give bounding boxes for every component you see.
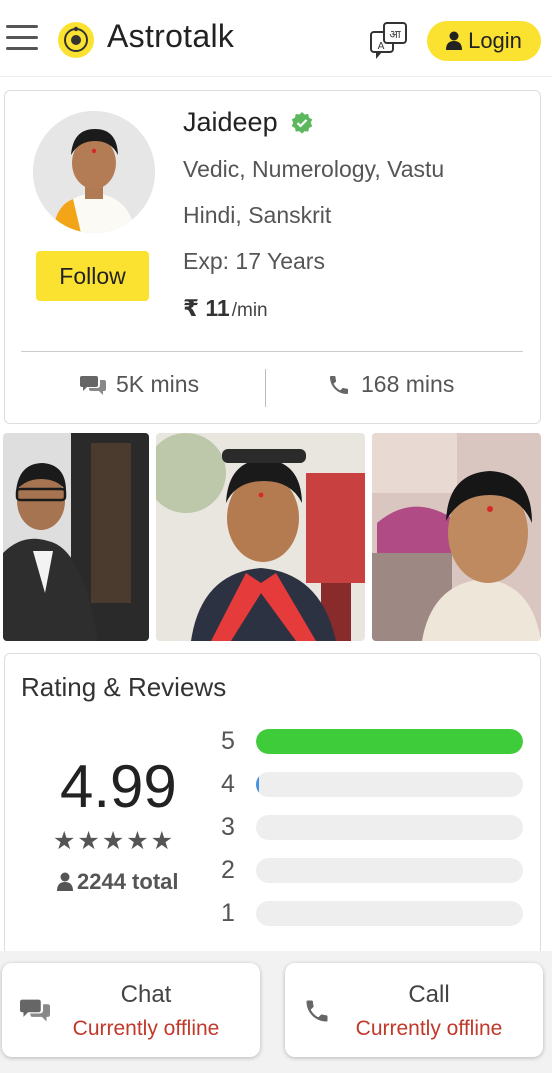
rating-bar-label: 2	[221, 855, 235, 884]
chat-bubbles-icon	[80, 375, 106, 395]
astrologer-name: Jaideep	[183, 107, 278, 137]
chat-minutes-stat: 5K mins	[80, 371, 199, 398]
rating-bar-row: 5	[221, 726, 523, 755]
avatar[interactable]	[33, 111, 155, 233]
rating-bar-label: 4	[221, 769, 235, 798]
price-unit: /min	[231, 300, 268, 321]
login-button[interactable]: Login	[427, 21, 541, 61]
astrologer-profile-card: Follow Jaideep Vedic, Numerology, Vastu …	[4, 90, 541, 424]
rating-bar-row: 3	[221, 812, 523, 841]
price-amount: ₹ 11	[183, 295, 230, 321]
brand-name: Astrotalk	[107, 18, 235, 54]
price: ₹ 11 /min	[183, 295, 268, 322]
astrotalk-logo-icon	[58, 22, 94, 58]
call-minutes-stat: 168 mins	[327, 371, 454, 398]
rating-bar-row: 2	[221, 855, 523, 884]
rating-bar-row: 4	[221, 769, 523, 798]
total-reviews-text: 2244 total	[77, 869, 179, 894]
stat-divider	[265, 369, 266, 407]
chat-minutes-value: 5K mins	[116, 371, 200, 397]
divider	[21, 351, 523, 352]
app-header: Astrotalk आ A Login	[0, 0, 552, 77]
experience-text: Exp: 17 Years	[183, 248, 325, 274]
gallery-photo[interactable]	[3, 433, 149, 641]
rating-bar-track	[256, 728, 523, 754]
call-status: Currently offline	[355, 1017, 503, 1040]
user-icon	[446, 31, 463, 50]
languages-text: Hindi, Sanskrit	[183, 202, 332, 228]
rating-stars: ★★★★★	[53, 827, 176, 855]
rating-bar-label: 1	[221, 898, 235, 927]
language-badge-hi: आ	[389, 28, 401, 41]
language-badge-en: A	[378, 41, 385, 52]
rating-bar-fill	[256, 728, 523, 754]
rating-reviews-card: Rating & Reviews 4.99 ★★★★★ 2244 total 5…	[4, 653, 541, 955]
average-rating: 4.99	[60, 753, 177, 820]
total-reviews: 2244 total	[57, 869, 179, 895]
rating-bar-track	[256, 814, 523, 840]
rating-bar-track	[256, 857, 523, 883]
call-button[interactable]: Call Currently offline	[285, 963, 543, 1057]
rating-bar-fill	[256, 771, 259, 797]
chat-status: Currently offline	[72, 1017, 220, 1040]
rating-bar-label: 5	[221, 726, 235, 755]
rating-bar-track	[256, 900, 523, 926]
rating-bar-row: 1	[221, 898, 523, 927]
bottom-action-bar: Chat Currently offline Call Currently of…	[0, 951, 552, 1073]
verified-icon	[291, 111, 312, 134]
language-icon[interactable]: आ A	[368, 20, 410, 62]
chat-button[interactable]: Chat Currently offline	[2, 963, 260, 1057]
phone-icon	[330, 375, 348, 394]
chat-button-title: Chat	[120, 981, 172, 1008]
gallery-photo[interactable]	[156, 433, 365, 641]
user-icon	[57, 872, 73, 891]
call-button-title: Call	[408, 981, 450, 1008]
rating-bar-label: 3	[221, 812, 235, 841]
gallery-photo[interactable]	[372, 433, 541, 641]
login-label: Login	[468, 28, 522, 53]
follow-button[interactable]: Follow	[36, 251, 149, 301]
rating-title: Rating & Reviews	[21, 672, 227, 702]
skills-text: Vedic, Numerology, Vastu	[183, 156, 445, 182]
call-minutes-value: 168 mins	[361, 371, 455, 397]
rating-bar-track	[256, 771, 523, 797]
menu-icon[interactable]	[6, 25, 38, 53]
